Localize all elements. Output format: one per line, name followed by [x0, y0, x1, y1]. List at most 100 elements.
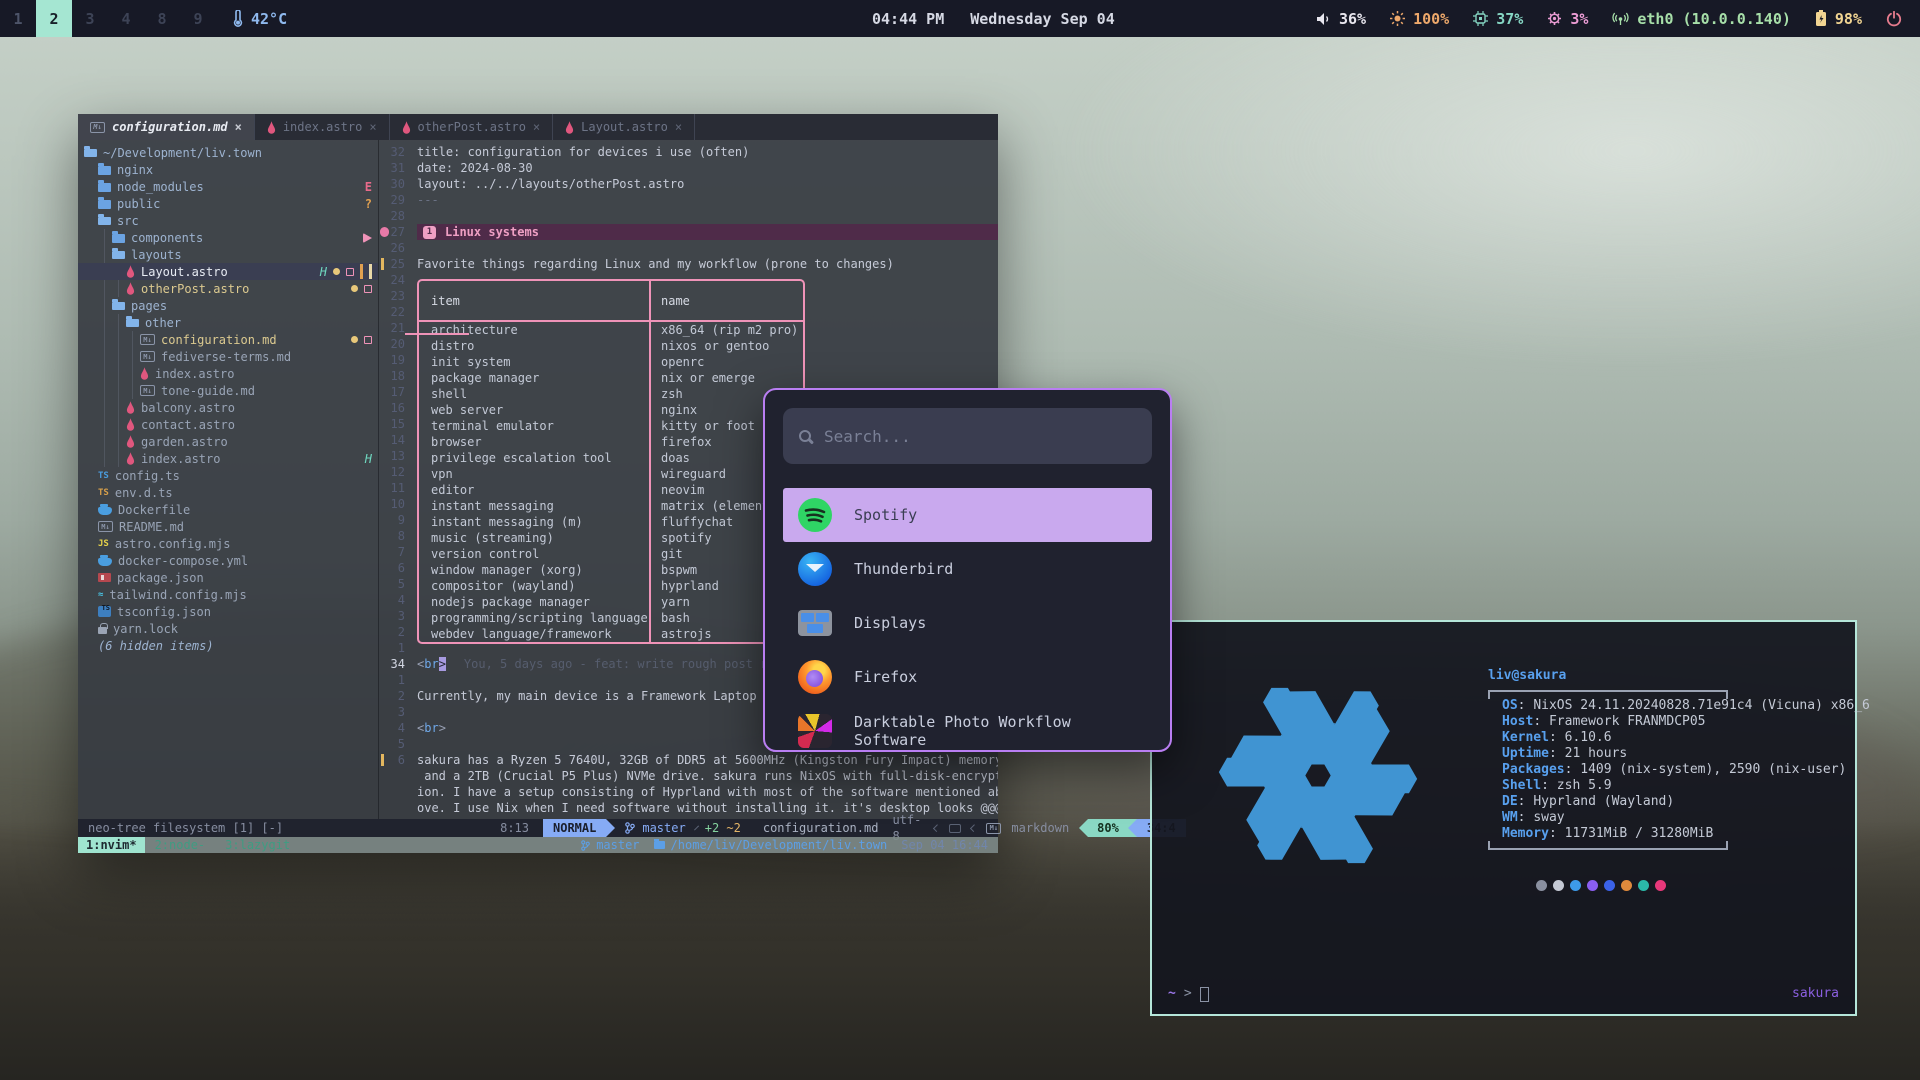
tab-otherpost-astro[interactable]: otherPost.astro ×	[390, 114, 554, 140]
git-blame-text: You, 5 days ago - feat: write rough post…	[464, 656, 775, 672]
git-diff-counts: +2 ~2	[697, 820, 749, 836]
tmux-window-nvim[interactable]: 1:nvim*	[78, 837, 145, 853]
tree-item-src[interactable]: src	[78, 212, 378, 229]
info-line: Uptime: 21 hours	[1502, 746, 1728, 762]
table-row: compositor (wayland)hyprland	[419, 578, 803, 594]
close-icon[interactable]: ×	[369, 119, 376, 135]
editor-line[interactable]: 26	[379, 240, 998, 256]
tmux-window-node[interactable]: 2:node-	[145, 837, 216, 853]
tree-item-nginx[interactable]: nginx	[78, 161, 378, 178]
editor-heading-line[interactable]: 27 1 Linux systems	[379, 224, 998, 240]
tab-configuration-md[interactable]: M↓ configuration.md ×	[78, 114, 255, 140]
tmux-window-lazygit[interactable]: 3:lazygit	[215, 837, 300, 853]
editor-wrap-line[interactable]: ion. I have a setup consisting of Hyprla…	[379, 784, 998, 800]
launcher-item-firefox[interactable]: Firefox	[783, 650, 1152, 704]
docker-whale-icon	[98, 507, 112, 515]
tree-item-components[interactable]: components	[78, 229, 378, 246]
battery-value: 98%	[1835, 10, 1862, 28]
terminal-color-palette	[1536, 880, 1728, 891]
brightness-module[interactable]: 100%	[1390, 10, 1449, 28]
workspace-8[interactable]: 8	[144, 0, 180, 37]
power-module[interactable]	[1886, 11, 1902, 27]
tree-root[interactable]: ~/Development/liv.town	[78, 144, 378, 161]
npm-icon	[98, 573, 111, 582]
table-row: terminal emulatorkitty or foot	[419, 418, 803, 434]
editor-line[interactable]: 25Favorite things regarding Linux and my…	[379, 256, 998, 272]
tree-item-node-modules[interactable]: node_modules E	[78, 178, 378, 195]
launcher-search[interactable]	[783, 408, 1152, 464]
clock-time: 04:44 PM	[872, 10, 944, 28]
tree-item-package-json[interactable]: package.json	[78, 569, 378, 586]
launcher-item-darktable[interactable]: Darktable Photo Workflow Software	[783, 704, 1152, 752]
memory-module[interactable]: 3%	[1547, 10, 1588, 28]
editor-wrap-line[interactable]: and a 2TB (Crucial P5 Plus) NVMe drive. …	[379, 768, 998, 784]
astro-icon	[402, 121, 411, 134]
tree-item-yarn-lock[interactable]: yarn.lock	[78, 620, 378, 637]
launcher-item-displays[interactable]: Displays	[783, 596, 1152, 650]
docker-whale-icon	[98, 558, 112, 566]
workspace-3[interactable]: 3	[72, 0, 108, 37]
tree-item-otherpost-astro[interactable]: otherPost.astro	[78, 280, 378, 297]
tree-item-astro-config-mjs[interactable]: JSastro.config.mjs	[78, 535, 378, 552]
close-icon[interactable]: ×	[533, 119, 540, 135]
tree-item-public[interactable]: public ?	[78, 195, 378, 212]
editor-line[interactable]: 28	[379, 208, 998, 224]
tree-item-contact-astro[interactable]: contact.astro	[78, 416, 378, 433]
astro-icon	[565, 121, 574, 134]
folder-icon	[98, 166, 111, 175]
tree-item-dockerfile[interactable]: Dockerfile	[78, 501, 378, 518]
editor-line[interactable]: 6sakura has a Ryzen 5 7640U, 32GB of DDR…	[379, 752, 998, 768]
info-line: Kernel: 6.10.6	[1502, 730, 1728, 746]
tree-item-env-d-ts[interactable]: TSenv.d.ts	[78, 484, 378, 501]
close-icon[interactable]: ×	[675, 119, 682, 135]
editor-wrap-line[interactable]: ove. I use Nix when I need software with…	[379, 800, 998, 816]
chevron-left-icon	[933, 824, 941, 832]
shell-prompt[interactable]: ~ >	[1168, 986, 1209, 1002]
memory-value: 3%	[1570, 10, 1588, 28]
editor-line[interactable]: 31date: 2024-08-30	[379, 160, 998, 176]
launcher-item-label: Thunderbird	[854, 560, 953, 578]
editor-line[interactable]: 32title: configuration for devices i use…	[379, 144, 998, 160]
tree-item-configuration-md[interactable]: M↓ configuration.md	[78, 331, 378, 348]
tree-item-fediverse-terms-md[interactable]: M↓fediverse-terms.md	[78, 348, 378, 365]
editor-line[interactable]: 29---	[379, 192, 998, 208]
tab-index-astro[interactable]: index.astro ×	[255, 114, 390, 140]
terminal-window[interactable]: liv@sakura OS: NixOS 24.11.20240828.71e9…	[1150, 620, 1857, 1016]
table-row: instant messagingmatrix (element	[419, 498, 803, 514]
tree-item-pages[interactable]: pages	[78, 297, 378, 314]
network-module[interactable]: eth0 (10.0.0.140)	[1612, 10, 1791, 28]
search-input[interactable]	[824, 427, 1136, 446]
volume-module[interactable]: 36%	[1316, 10, 1366, 28]
git-branch-segment: master	[615, 820, 695, 836]
close-icon[interactable]: ×	[235, 119, 242, 135]
cpu-module[interactable]: 37%	[1473, 10, 1523, 28]
tree-item-readme-md[interactable]: M↓README.md	[78, 518, 378, 535]
launcher-item-thunderbird[interactable]: Thunderbird	[783, 542, 1152, 596]
battery-module[interactable]: 98%	[1815, 10, 1862, 28]
tree-item-tone-guide-md[interactable]: M↓tone-guide.md	[78, 382, 378, 399]
tree-item-garden-astro[interactable]: garden.astro	[78, 433, 378, 450]
tree-item-tsconfig-json[interactable]: TStsconfig.json	[78, 603, 378, 620]
tmux-git-branch: master	[581, 837, 639, 853]
workspace-1[interactable]: 1	[0, 0, 36, 37]
buffer-tabbar: M↓ configuration.md × index.astro × othe…	[78, 114, 998, 140]
tree-item-docker-compose-yml[interactable]: docker-compose.yml	[78, 552, 378, 569]
tree-item-layouts[interactable]: layouts	[78, 246, 378, 263]
tree-item-index-astro-pages[interactable]: index.astro H	[78, 450, 378, 467]
tree-item-config-ts[interactable]: TSconfig.ts	[78, 467, 378, 484]
table-row: privilege escalation tooldoas	[419, 450, 803, 466]
table-header-item: item	[419, 293, 649, 309]
tab-layout-astro[interactable]: Layout.astro ×	[553, 114, 695, 140]
table-row: instant messaging (m)fluffychat	[419, 514, 803, 530]
workspace-4[interactable]: 4	[108, 0, 144, 37]
tree-item-index-astro[interactable]: index.astro	[78, 365, 378, 382]
tree-item-tailwind-config-mjs[interactable]: ≈tailwind.config.mjs	[78, 586, 378, 603]
tree-item-other[interactable]: other	[78, 314, 378, 331]
tree-item-layout-astro[interactable]: Layout.astro H	[78, 263, 378, 280]
workspace-9[interactable]: 9	[180, 0, 216, 37]
tree-item-balcony-astro[interactable]: balcony.astro	[78, 399, 378, 416]
editor-line[interactable]: 30layout: ../../layouts/otherPost.astro	[379, 176, 998, 192]
workspace-2-active[interactable]: 2	[36, 0, 72, 37]
statusline: neo-tree filesystem [1] [-] 8:13 NORMAL …	[78, 819, 998, 837]
launcher-item-spotify[interactable]: Spotify	[783, 488, 1152, 542]
